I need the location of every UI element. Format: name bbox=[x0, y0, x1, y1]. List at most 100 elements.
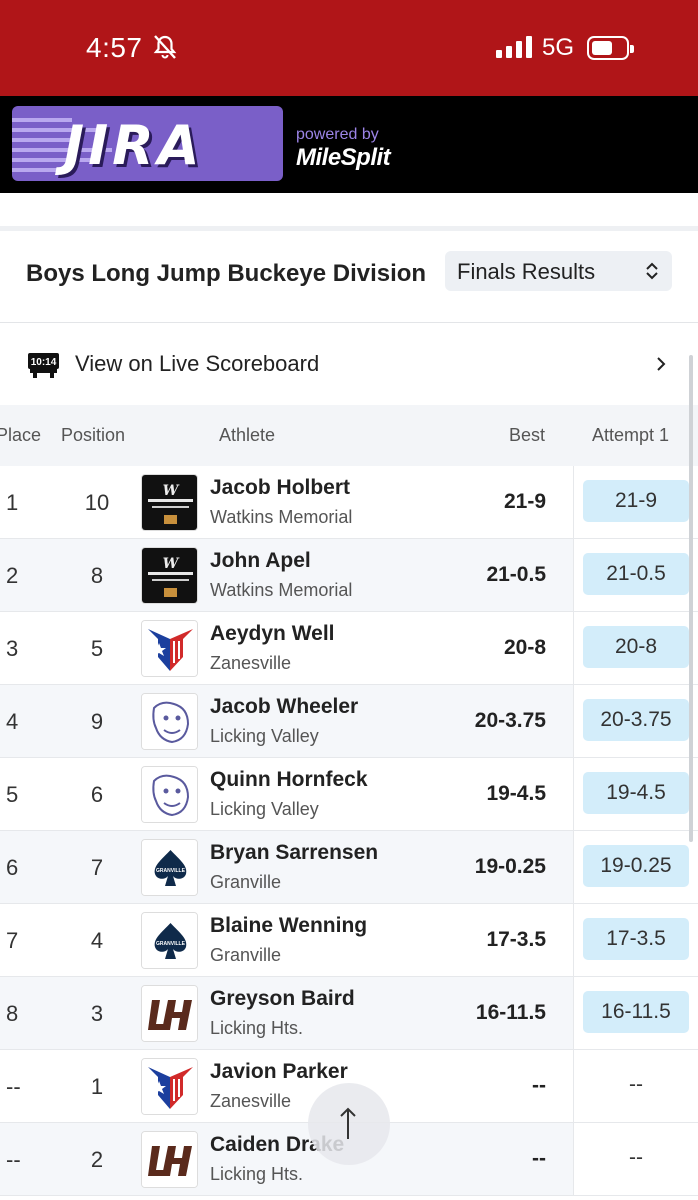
best-mark: 16-11.5 bbox=[475, 1001, 546, 1024]
granville-logo: GRANVILLE bbox=[141, 839, 198, 896]
athlete-name[interactable]: Jacob Wheeler bbox=[210, 695, 358, 719]
granville-logo: GRANVILLE bbox=[141, 912, 198, 969]
athlete-name[interactable]: Jacob Holbert bbox=[210, 476, 350, 500]
row-place: 2 bbox=[6, 563, 19, 588]
header-attempt-1[interactable]: Attempt 1 bbox=[592, 425, 669, 446]
network-type: 5G bbox=[542, 34, 575, 61]
attempt-cell: 19-4.5 bbox=[573, 758, 698, 830]
row-place: -- bbox=[6, 1074, 21, 1099]
svg-text:10:14: 10:14 bbox=[31, 357, 57, 368]
attempt-cell: 21-0.5 bbox=[573, 539, 698, 611]
team-name: Licking Valley bbox=[210, 799, 319, 819]
header-position[interactable]: Position bbox=[61, 425, 125, 446]
best-mark: 19-4.5 bbox=[486, 782, 546, 805]
row-place: 8 bbox=[6, 1001, 19, 1026]
brand-header: JIRA powered by MileSplit bbox=[0, 96, 698, 193]
table-row[interactable]: 2 8 W John Apel Watkins Memorial 21-0.5 21-0.5 bbox=[0, 539, 698, 612]
table-row[interactable]: 8 3 Greyson Baird Licking Hts. 16-11.5 16-11.… bbox=[0, 977, 698, 1050]
attempt-1-mark[interactable]: 19-4.5 bbox=[583, 772, 689, 814]
header-best[interactable]: Best bbox=[509, 425, 545, 446]
row-position: 6 bbox=[90, 782, 104, 807]
athlete-name[interactable]: Bryan Sarrensen bbox=[210, 841, 378, 865]
row-place: 4 bbox=[6, 709, 19, 734]
team-name: Watkins Memorial bbox=[210, 580, 353, 600]
table-row[interactable]: 5 6 Quinn Hornfeck Licking Valley 19-4.5 19-4… bbox=[0, 758, 698, 831]
muted-bell-icon bbox=[153, 35, 177, 59]
lh-logo bbox=[141, 1131, 198, 1188]
row-place: 3 bbox=[6, 636, 19, 661]
arrow-up-icon bbox=[340, 1107, 356, 1139]
attempt-1-mark[interactable]: -- bbox=[583, 1064, 689, 1106]
lh-logo bbox=[141, 985, 198, 1042]
row-position: 2 bbox=[90, 1147, 104, 1172]
row-place: -- bbox=[6, 1147, 21, 1172]
team-name: Zanesville bbox=[210, 1091, 292, 1111]
team-name: Watkins Memorial bbox=[210, 507, 353, 527]
live-scoreboard-link[interactable]: 10:14 View on Live Scoreboard bbox=[0, 324, 698, 404]
header-place[interactable]: Place bbox=[0, 425, 41, 446]
attempt-1-mark[interactable]: 16-11.5 bbox=[583, 991, 689, 1033]
panther-logo bbox=[141, 693, 198, 750]
table-row[interactable]: 3 5 Aeydyn Well Zanesville 20-8 20-8 bbox=[0, 612, 698, 685]
attempt-cell: 21-9 bbox=[573, 466, 698, 538]
results-type-value: Finals Results bbox=[457, 259, 596, 284]
attempt-1-mark[interactable]: 17-3.5 bbox=[583, 918, 689, 960]
table-row[interactable]: 1 10 W Jacob Holbert Watkins Memorial 21-9 21-… bbox=[0, 466, 698, 539]
row-position: 8 bbox=[90, 563, 104, 588]
jira-logo[interactable]: JIRA bbox=[12, 106, 283, 181]
row-position: 7 bbox=[90, 855, 104, 880]
row-position: 5 bbox=[90, 636, 104, 661]
table-row[interactable]: 7 4 GRANVILLE Blaine Wenning Granville 17-3.5… bbox=[0, 904, 698, 977]
team-name: Zanesville bbox=[210, 653, 292, 673]
scroll-to-top-button[interactable] bbox=[308, 1083, 390, 1165]
zanesville-logo bbox=[141, 620, 198, 677]
team-name: Licking Hts. bbox=[210, 1164, 304, 1184]
attempt-cell: 17-3.5 bbox=[573, 904, 698, 976]
attempt-1-mark[interactable]: 21-0.5 bbox=[583, 553, 689, 595]
athlete-name[interactable]: Quinn Hornfeck bbox=[210, 768, 368, 792]
athlete-name[interactable]: Javion Parker bbox=[210, 1060, 348, 1084]
row-place: 5 bbox=[6, 782, 19, 807]
team-name: Licking Hts. bbox=[210, 1018, 304, 1038]
scoreboard-icon: 10:14 bbox=[28, 353, 59, 378]
best-mark: -- bbox=[532, 1074, 546, 1097]
milesplit-logo[interactable]: MileSplit bbox=[296, 144, 391, 172]
powered-by-label: powered by bbox=[296, 126, 379, 143]
best-mark: 20-8 bbox=[503, 636, 546, 659]
best-mark: 19-0.25 bbox=[474, 855, 546, 878]
best-mark: 21-9 bbox=[503, 490, 546, 513]
attempt-1-mark[interactable]: 20-3.75 bbox=[583, 699, 689, 741]
table-row[interactable]: 4 9 Jacob Wheeler Licking Valley 20-3.75 20-3… bbox=[0, 685, 698, 758]
row-position: 3 bbox=[90, 1001, 104, 1026]
zanesville-logo bbox=[141, 1058, 198, 1115]
results-type-select[interactable]: Finals Results bbox=[445, 251, 672, 291]
athlete-name[interactable]: John Apel bbox=[210, 549, 311, 573]
status-bar: 4:57 5G bbox=[0, 0, 698, 96]
attempt-cell: -- bbox=[573, 1123, 698, 1195]
attempt-cell: -- bbox=[573, 1050, 698, 1122]
table-header: Place Position Athlete Best Attempt 1 bbox=[0, 405, 698, 466]
attempt-cell: 20-8 bbox=[573, 612, 698, 684]
best-mark: 21-0.5 bbox=[486, 563, 546, 586]
attempt-1-mark[interactable]: -- bbox=[583, 1137, 689, 1179]
athlete-name[interactable]: Greyson Baird bbox=[210, 987, 355, 1011]
best-mark: 20-3.75 bbox=[474, 709, 546, 732]
row-position: 1 bbox=[90, 1074, 104, 1099]
live-scoreboard-label: View on Live Scoreboard bbox=[75, 351, 320, 376]
attempt-1-mark[interactable]: 21-9 bbox=[583, 480, 689, 522]
svg-text:GRANVILLE: GRANVILLE bbox=[156, 868, 186, 874]
scrollbar[interactable] bbox=[689, 355, 693, 842]
row-position: 4 bbox=[90, 928, 104, 953]
athlete-name[interactable]: Aeydyn Well bbox=[210, 622, 334, 646]
attempt-1-mark[interactable]: 20-8 bbox=[583, 626, 689, 668]
header-athlete[interactable]: Athlete bbox=[219, 425, 275, 446]
table-row[interactable]: 6 7 GRANVILLE Bryan Sarrensen Granville 19-0.… bbox=[0, 831, 698, 904]
chevron-updown-icon bbox=[646, 262, 658, 280]
athlete-name[interactable]: Blaine Wenning bbox=[210, 914, 367, 938]
divider bbox=[0, 322, 698, 323]
row-position: 9 bbox=[90, 709, 104, 734]
attempt-1-mark[interactable]: 19-0.25 bbox=[583, 845, 689, 887]
attempt-cell: 20-3.75 bbox=[573, 685, 698, 757]
team-name: Granville bbox=[210, 872, 282, 892]
attempt-cell: 19-0.25 bbox=[573, 831, 698, 903]
